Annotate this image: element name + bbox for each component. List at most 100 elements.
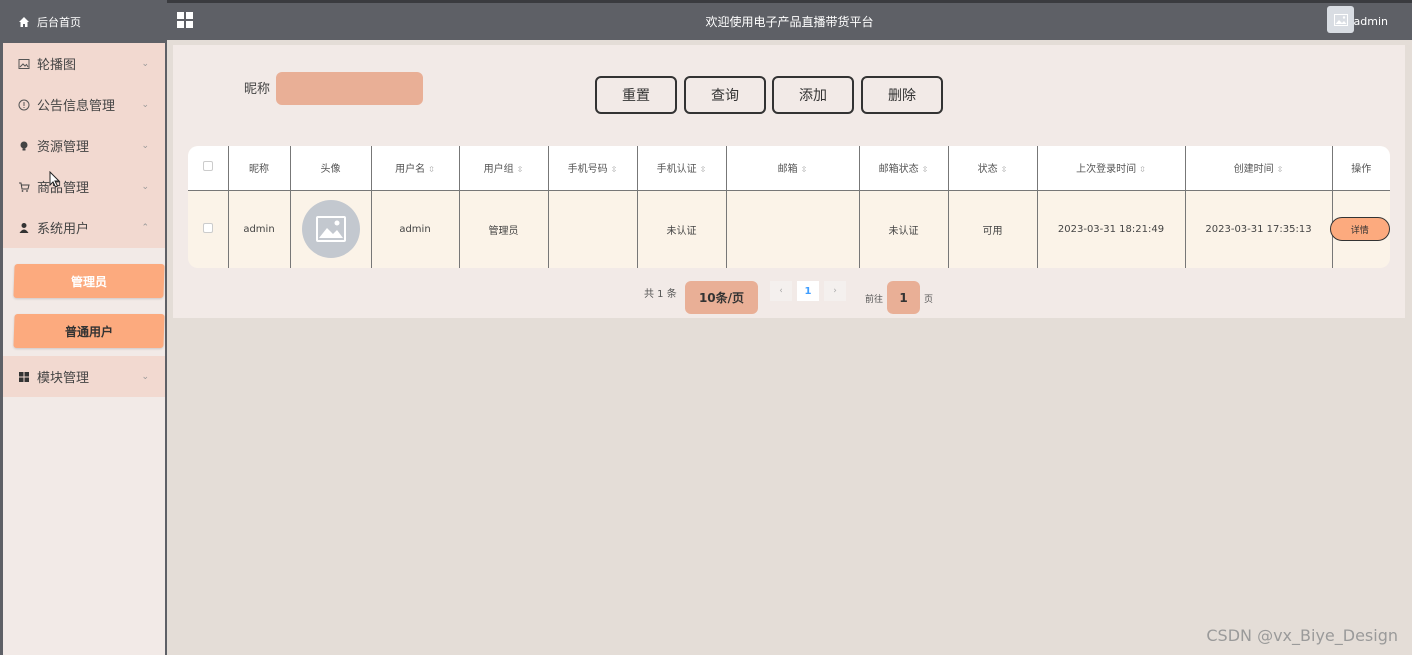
reset-button[interactable]: 重置	[595, 76, 677, 114]
chevron-down-icon: ⌄	[141, 140, 149, 151]
sort-icon[interactable]: ⇳	[1277, 165, 1284, 174]
sidebar-item-goods[interactable]: 商品管理 ⌄	[3, 166, 165, 207]
submenu-normal-user[interactable]: 普通用户	[13, 314, 165, 348]
pager-goto-label: 前往	[865, 295, 884, 305]
sort-icon[interactable]: ⇳	[1139, 165, 1146, 174]
col-created-label: 创建时间	[1233, 164, 1274, 176]
sidebar-item-carousel[interactable]: 轮播图 ⌄	[3, 43, 165, 84]
col-email-status-label: 邮箱状态	[878, 164, 919, 176]
grid-icon	[17, 370, 31, 384]
chevron-down-icon: ⌄	[141, 58, 149, 69]
col-status-label: 状态	[977, 164, 998, 176]
sort-icon[interactable]: ⇳	[428, 165, 435, 174]
sort-icon[interactable]: ⇳	[1001, 165, 1008, 174]
sidebar-item-label: 资源管理	[37, 140, 90, 155]
page-number-current[interactable]: 1	[797, 281, 819, 301]
sidebar-item-module[interactable]: 模块管理 ⌄	[3, 356, 165, 397]
submenu-admin[interactable]: 管理员	[13, 264, 165, 298]
cell-email-status: 未认证	[859, 190, 949, 268]
cell-group: 管理员	[459, 190, 549, 268]
col-status[interactable]: 状态 ⇳	[948, 146, 1038, 191]
query-button[interactable]: 查询	[684, 76, 766, 114]
cell-avatar	[290, 190, 372, 268]
col-created[interactable]: 创建时间 ⇳	[1185, 146, 1333, 191]
cell-username: admin	[371, 190, 460, 268]
col-phone-verify-label: 手机认证	[656, 164, 697, 176]
info-circle-icon	[17, 98, 31, 112]
sidebar-item-label: 公告信息管理	[37, 99, 116, 114]
col-avatar: 头像	[290, 146, 372, 191]
image-icon	[17, 57, 31, 71]
sidebar-home-label: 后台首页	[37, 15, 81, 29]
select-all-checkbox[interactable]	[188, 146, 229, 191]
delete-button[interactable]: 删除	[861, 76, 943, 114]
submenu-normal-user-label: 普通用户	[64, 324, 113, 339]
cell-created: 2023-03-31 17:35:13	[1185, 190, 1333, 268]
user-table: 昵称 头像 用户名 ⇳ 用户组 ⇳ 手机号码 ⇳ 手机认证 ⇳ 邮箱 ⇳ 邮箱状态 ⇳ 状态…	[188, 146, 1390, 268]
image-placeholder-icon	[301, 200, 360, 259]
sidebar: 后台首页 轮播图 ⌄ 公告信息管理 ⌄ 资源管理 ⌄ 商品管理 ⌄ 系统用户 ⌃	[0, 0, 167, 655]
col-last-login-label: 上次登录时间	[1076, 164, 1137, 176]
main-panel: 昵称 重置 查询 添加 删除 昵称 头像 用户名 ⇳ 用户组 ⇳ 手机号码 ⇳ 手机认…	[173, 45, 1405, 318]
table-row: admin admin 管理员 未认证 未认证 可用 2023-03-31 18…	[188, 190, 1390, 268]
sidebar-item-label: 模块管理	[37, 371, 90, 386]
sidebar-item-resource[interactable]: 资源管理 ⌄	[3, 125, 165, 166]
cell-email	[726, 190, 860, 268]
col-nickname-label: 昵称	[249, 164, 269, 176]
top-header: 欢迎使用电子产品直播带货平台 admin	[167, 0, 1412, 40]
table-header-row: 昵称 头像 用户名 ⇳ 用户组 ⇳ 手机号码 ⇳ 手机认证 ⇳ 邮箱 ⇳ 邮箱状态 ⇳ 状态…	[188, 146, 1390, 191]
page-size-select[interactable]: 10条/页	[685, 281, 758, 314]
nickname-input[interactable]	[276, 72, 423, 105]
col-username-label: 用户名	[395, 164, 426, 176]
col-phone-label: 手机号码	[567, 164, 608, 176]
chevron-up-icon: ⌃	[141, 222, 149, 233]
bulb-icon	[17, 139, 31, 153]
detail-button[interactable]: 详情	[1329, 217, 1390, 242]
sidebar-item-notice[interactable]: 公告信息管理 ⌄	[3, 84, 165, 125]
home-icon	[17, 15, 31, 29]
col-email-label: 邮箱	[777, 164, 798, 176]
sidebar-item-label: 系统用户	[37, 222, 90, 237]
sidebar-home[interactable]: 后台首页	[3, 0, 165, 43]
chevron-down-icon: ⌄	[141, 181, 149, 192]
submenu-admin-label: 管理员	[70, 274, 107, 289]
sidebar-item-label: 轮播图	[37, 58, 77, 73]
mouse-cursor-icon	[49, 170, 61, 193]
avatar[interactable]	[1327, 6, 1354, 33]
col-email[interactable]: 邮箱 ⇳	[726, 146, 860, 191]
col-action-label: 操作	[1351, 164, 1372, 176]
cell-action: 详情	[1329, 190, 1390, 268]
sort-icon[interactable]: ⇳	[611, 165, 618, 174]
watermark: CSDN @vx_Biye_Design	[1206, 626, 1398, 645]
sort-icon[interactable]: ⇳	[700, 165, 707, 174]
pager-total: 共 1 条	[644, 289, 677, 300]
goto-page-input[interactable]: 1	[887, 281, 920, 314]
col-phone-verify[interactable]: 手机认证 ⇳	[637, 146, 727, 191]
col-last-login[interactable]: 上次登录时间 ⇳	[1037, 146, 1186, 191]
prev-page-icon[interactable]: ‹	[770, 281, 792, 301]
sort-icon[interactable]: ⇳	[517, 165, 524, 174]
system-user-submenu: 管理员 普通用户	[3, 248, 165, 356]
cell-phone-verify: 未认证	[637, 190, 727, 268]
sidebar-item-system-user[interactable]: 系统用户 ⌃	[3, 207, 165, 248]
col-email-status[interactable]: 邮箱状态 ⇳	[859, 146, 949, 191]
col-avatar-label: 头像	[320, 164, 341, 176]
user-name[interactable]: admin	[1354, 15, 1388, 28]
sort-icon[interactable]: ⇳	[801, 165, 808, 174]
row-checkbox[interactable]	[188, 190, 229, 268]
col-action: 操作	[1332, 146, 1390, 191]
next-page-icon[interactable]: ›	[824, 281, 846, 301]
col-username[interactable]: 用户名 ⇳	[371, 146, 460, 191]
user-icon	[17, 221, 31, 235]
add-button[interactable]: 添加	[772, 76, 854, 114]
cell-phone	[548, 190, 638, 268]
col-phone[interactable]: 手机号码 ⇳	[548, 146, 638, 191]
col-nickname: 昵称	[228, 146, 291, 191]
nickname-label: 昵称	[244, 82, 271, 97]
sort-icon[interactable]: ⇳	[922, 165, 929, 174]
sidebar-item-label: 商品管理	[37, 181, 90, 196]
col-group-label: 用户组	[483, 164, 514, 176]
chevron-down-icon: ⌄	[141, 99, 149, 110]
col-group[interactable]: 用户组 ⇳	[459, 146, 549, 191]
cell-status: 可用	[948, 190, 1038, 268]
